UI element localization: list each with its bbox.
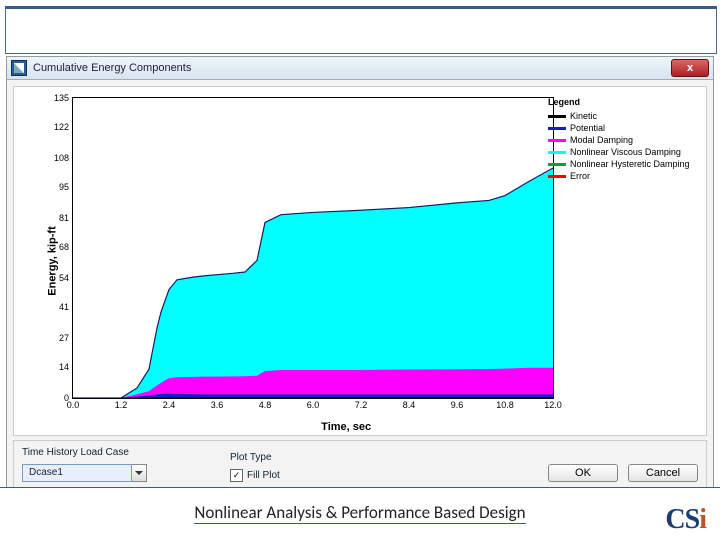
y-tick: 54 — [59, 273, 73, 283]
fill-plot-checkbox[interactable]: ✓ Fill Plot — [230, 469, 380, 482]
legend-label: Potential — [570, 123, 605, 133]
legend-item: Nonlinear Viscous Damping — [548, 147, 698, 157]
titlebar: Cumulative Energy Components x — [7, 57, 713, 80]
legend-swatch — [548, 115, 566, 118]
app-icon — [11, 60, 27, 76]
legend-item: Potential — [548, 123, 698, 133]
y-tick: 135 — [54, 93, 73, 103]
x-tick: 9.6 — [451, 398, 464, 410]
x-tick: 7.2 — [355, 398, 368, 410]
load-case-value: Dcase1 — [22, 464, 132, 482]
footer: Nonlinear Analysis & Performance Based D… — [0, 487, 720, 540]
window-title: Cumulative Energy Components — [33, 62, 191, 74]
y-tick: 41 — [59, 302, 73, 312]
legend-label: Nonlinear Hysteretic Damping — [570, 159, 690, 169]
chart-canvas: 0142741546881951081221350.01.22.43.64.86… — [72, 97, 554, 399]
ok-button[interactable]: OK — [548, 464, 618, 482]
x-tick: 12.0 — [544, 398, 562, 410]
close-icon: x — [687, 62, 693, 74]
load-case-label: Time History Load Case — [22, 447, 222, 458]
legend: Legend Kinetic Potential Modal Damping Nonl… — [548, 97, 698, 183]
y-tick: 122 — [54, 122, 73, 132]
x-tick: 8.4 — [403, 398, 416, 410]
legend-swatch — [548, 151, 566, 154]
legend-swatch — [548, 127, 566, 130]
legend-swatch — [548, 163, 566, 166]
y-tick: 108 — [54, 153, 73, 163]
legend-label: Nonlinear Viscous Damping — [570, 147, 681, 157]
cancel-button[interactable]: Cancel — [628, 464, 698, 482]
x-tick: 4.8 — [259, 398, 272, 410]
load-case-select[interactable]: Dcase1 — [22, 464, 222, 482]
legend-item: Kinetic — [548, 111, 698, 121]
x-tick: 3.6 — [211, 398, 224, 410]
slide-top-bar — [5, 6, 717, 54]
y-axis-label: Energy, kip-ft — [47, 226, 59, 295]
series-nonlinear-viscous-damping — [73, 168, 553, 398]
plot-type-label: Plot Type — [230, 452, 380, 463]
stacked-area-plot — [73, 98, 553, 398]
chevron-down-icon — [132, 464, 147, 482]
y-tick: 27 — [59, 333, 73, 343]
legend-item: Modal Damping — [548, 135, 698, 145]
plot-panel: Energy, kip-ft Time, sec 014274154688195… — [13, 86, 707, 436]
legend-label: Kinetic — [570, 111, 597, 121]
legend-header: Legend — [548, 97, 698, 107]
dialog-window: Cumulative Energy Components x Energy, k… — [6, 56, 714, 498]
x-axis-label: Time, sec — [321, 421, 371, 433]
footer-caption: Nonlinear Analysis & Performance Based D… — [194, 504, 525, 524]
controls-panel: Time History Load Case Dcase1 Plot Type … — [13, 440, 707, 491]
x-tick: 0.0 — [67, 398, 80, 410]
y-tick: 95 — [59, 182, 73, 192]
x-tick: 1.2 — [115, 398, 128, 410]
x-tick: 6.0 — [307, 398, 320, 410]
legend-item: Error — [548, 171, 698, 181]
legend-swatch — [548, 139, 566, 142]
x-tick: 2.4 — [163, 398, 176, 410]
y-tick: 68 — [59, 242, 73, 252]
legend-label: Modal Damping — [570, 135, 633, 145]
close-button[interactable]: x — [671, 59, 709, 77]
fill-plot-label: Fill Plot — [247, 470, 280, 481]
legend-swatch — [548, 175, 566, 178]
checkbox-mark: ✓ — [230, 469, 243, 482]
legend-item: Nonlinear Hysteretic Damping — [548, 159, 698, 169]
y-tick: 14 — [59, 362, 73, 372]
y-tick: 81 — [59, 213, 73, 223]
csi-logo: CSi — [665, 506, 706, 534]
legend-label: Error — [570, 171, 590, 181]
x-tick: 10.8 — [496, 398, 514, 410]
